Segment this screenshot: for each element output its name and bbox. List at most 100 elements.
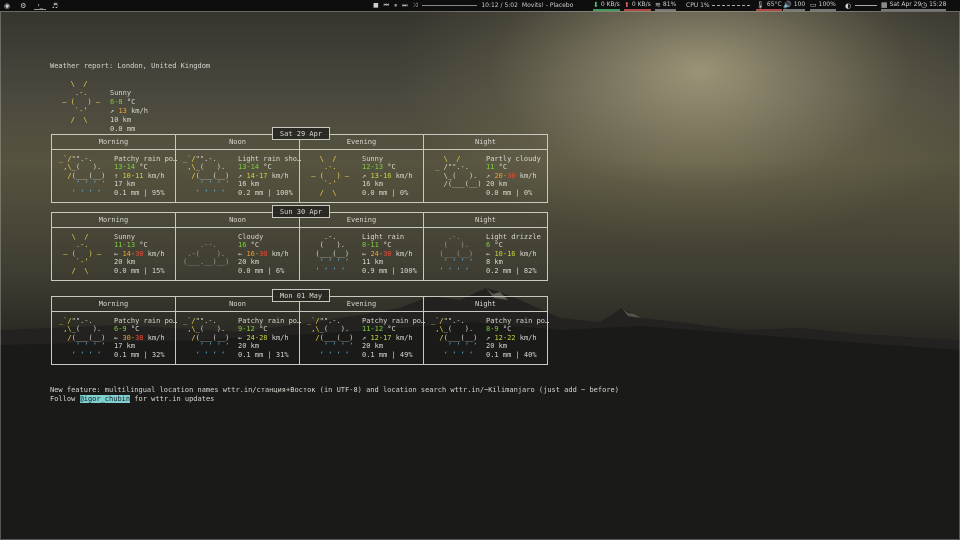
weather-art-sun: / <box>307 333 320 342</box>
temperature-unit: °C <box>383 325 396 334</box>
wind-speed: 10-16 <box>494 249 516 258</box>
wind-unit: km/h <box>515 249 537 258</box>
weather-art-line: ‘ ‘ ‘ ‘ <box>59 350 110 359</box>
pause-button[interactable]: ⏸ <box>394 2 397 10</box>
weather-art-line: .-. <box>307 163 354 172</box>
temperature-unit: °C <box>246 241 260 250</box>
period-header: Night <box>474 300 497 308</box>
wind-speed: 14- <box>122 249 136 258</box>
forecast-cell: _`/"".-. ,\_( ). /(___(__) ‘ ‘ ‘ ‘ ‘ ‘ ‘… <box>52 312 177 364</box>
app-launcher-icon[interactable]: ◉ <box>4 2 10 10</box>
wind-unit: km/h <box>143 249 165 258</box>
media-controls: ■ ⏮ ⏸ ⏭ ⤨ 10:12 / 5:02 Movits! - Placebo <box>373 0 573 11</box>
wind-direction-arrow: ↗ <box>486 171 491 180</box>
temperature-widget: 🌡 65°C <box>756 0 782 11</box>
clock-widget[interactable]: ◷ 15:28 <box>921 0 947 11</box>
clock-text: 15:28 <box>929 1 947 8</box>
wind-unit: km/h <box>267 333 289 342</box>
previous-button[interactable]: ⏮ <box>384 2 389 10</box>
wifi-icon: ≋ <box>655 0 661 9</box>
temperature-value: 8-11 <box>362 241 379 250</box>
top-bar: ◉ ⚙ ›_ ♬ ■ ⏮ ⏸ ⏭ ⤨ 10:12 / 5:02 Movits! … <box>0 0 960 11</box>
footer-text: New feature: multilingual location names <box>50 386 223 394</box>
weather-art: _`/"".-. ,\_( ). /(___(__) ‘ ‘ ‘ ‘ ‘ ‘ ‘… <box>59 317 110 359</box>
forecast-info: Cloudy 16 °C ← 16-30 km/h 20 km 0.0 mm |… <box>238 233 289 275</box>
track-progress-bar[interactable] <box>422 5 478 6</box>
date-widget[interactable]: ▦ Sat Apr 29 <box>881 0 922 11</box>
music-note-icon[interactable]: ♬ <box>52 2 58 10</box>
weather-art-cloud: (___(__) <box>443 333 482 342</box>
weather-art-line: `-’ <box>59 258 106 267</box>
weather-art: _`/"".-. ,\_( ). /(___(__) ‘ ‘ ‘ ‘ ‘ ‘ ‘… <box>183 317 234 359</box>
weather-art-line: ‘ ‘ ‘ ‘ <box>307 266 354 275</box>
wind-speed: 14-17 <box>246 171 268 180</box>
weather-art-line: / \ <box>307 188 354 197</box>
clock-icon: ◷ <box>921 0 928 9</box>
forecast-cell: _`/"".-. ,\_( ). /(___(__) ‘ ‘ ‘ ‘ ‘ ‘ ‘… <box>176 150 301 202</box>
wind-unit: km/h <box>391 171 413 180</box>
footer-link-kilimanjaro[interactable]: wttr.in/~Kilimanjaro <box>450 386 534 394</box>
shuffle-button[interactable]: ⤨ <box>413 2 418 10</box>
weather-art-line: .--. <box>183 241 230 250</box>
weather-art-line: / \ <box>59 266 106 275</box>
twitter-handle-link[interactable]: @igor_chubin <box>79 395 131 403</box>
wind-unit: km/h <box>515 333 537 342</box>
precipitation-value: 0.1 mm | 40% <box>486 350 537 359</box>
wind-direction-arrow: ↑ <box>114 171 119 180</box>
wind-direction-arrow: ← <box>362 249 367 258</box>
weather-art-line: .-. <box>307 233 354 241</box>
forecast-cell: \ / .-. ― ( ) ― `-’ / \ Sunny 12-13 °C ↗… <box>300 150 424 202</box>
report-title: Weather report: London, United Kingdom <box>50 62 211 70</box>
temperature-unit: °C <box>498 325 512 334</box>
workspace-terminal[interactable]: ›_ <box>34 2 46 10</box>
precipitation-value: 0.0 mm | 15% <box>114 266 165 275</box>
precipitation-value: 0.2 mm | 100% <box>238 188 293 197</box>
weather-art-line: ‘ ‘ ‘ ‘ <box>183 180 234 189</box>
settings-icon[interactable]: ⚙ <box>20 2 26 10</box>
brightness-slider[interactable] <box>855 5 878 6</box>
date-text: Sat Apr 29 <box>889 1 922 8</box>
forecast-date-label: Sat 29 Apr <box>272 127 330 140</box>
weather-art-line: ‘ ‘ ‘ ‘ <box>431 350 482 359</box>
cpu-temperature: 65°C <box>766 1 782 8</box>
wind-direction-arrow: ← <box>238 249 243 258</box>
visibility-value: 20 km <box>238 258 260 267</box>
temperature-unit: °C <box>135 163 148 172</box>
weather-art: .-. ( ). (___(__) ‘ ‘ ‘ ‘ ‘ ‘ ‘ ‘ <box>307 233 353 275</box>
period-header: Morning <box>52 297 176 311</box>
weather-art-sun: ,\ <box>431 325 444 334</box>
temperature-unit: °C <box>378 241 392 250</box>
condition-text: Patchy rain po… <box>486 317 550 325</box>
visibility-value: 20 km <box>114 258 136 267</box>
condition-text: Sunny <box>114 233 136 241</box>
temperature-value: 6-9 <box>114 325 127 334</box>
stop-button[interactable]: ■ <box>373 2 379 9</box>
visibility-value: 20 km <box>362 342 384 351</box>
weather-art-cloud: "".-. <box>71 317 106 325</box>
weather-art-line: ‘ ‘ ‘ ‘ <box>183 188 234 197</box>
forecast-day-2: Morning Noon Evening Night _`/"".-. ,\_( ). … <box>51 289 550 365</box>
wind-direction-arrow: ← <box>238 333 243 342</box>
weather-art-sun: ,\ <box>307 325 320 334</box>
weather-art-line: (___(__) <box>307 249 354 258</box>
volume-widget[interactable]: 🔊 100 <box>783 0 806 11</box>
forecast-row: \ / .-. ― ( ) ― `-’ / \ Sunny 11-13 °C ←… <box>52 228 547 280</box>
weather-art-line: \ / <box>59 233 106 241</box>
forecast-cell: _`/"".-. ,\_( ). /(___(__) ‘ ‘ ‘ ‘ ‘ ‘ ‘… <box>424 312 550 364</box>
weather-art: _`/"".-. ,\_( ). /(___(__) ‘ ‘ ‘ ‘ ‘ ‘ ‘… <box>431 317 482 359</box>
wind-speed-high: 30 <box>135 249 144 258</box>
current-art-line: \ / <box>58 80 113 88</box>
wind-unit: km/h <box>267 171 289 180</box>
brightness-widget[interactable]: ◐ <box>845 0 878 11</box>
next-button[interactable]: ⏭ <box>402 2 407 10</box>
footer-link-vostok[interactable]: wttr.in/станция+Восток <box>223 386 316 394</box>
wind-speed-high: 30 <box>259 249 268 258</box>
weather-art-cloud: /(___(__) <box>443 180 482 189</box>
wind-speed: 20- <box>494 171 508 180</box>
upload-speed: ⬆ 0 KB/s <box>624 0 651 11</box>
current-wind: 13 <box>118 107 127 115</box>
weather-art: _`/"".-. ,\_( ). /(___(__) ‘ ‘ ‘ ‘ ‘ ‘ ‘… <box>183 155 234 197</box>
weather-art-cloud: _( ). <box>319 325 358 334</box>
weather-art-cloud: _( ). <box>71 163 110 172</box>
download-speed-value: 0 KB/s <box>600 1 620 8</box>
